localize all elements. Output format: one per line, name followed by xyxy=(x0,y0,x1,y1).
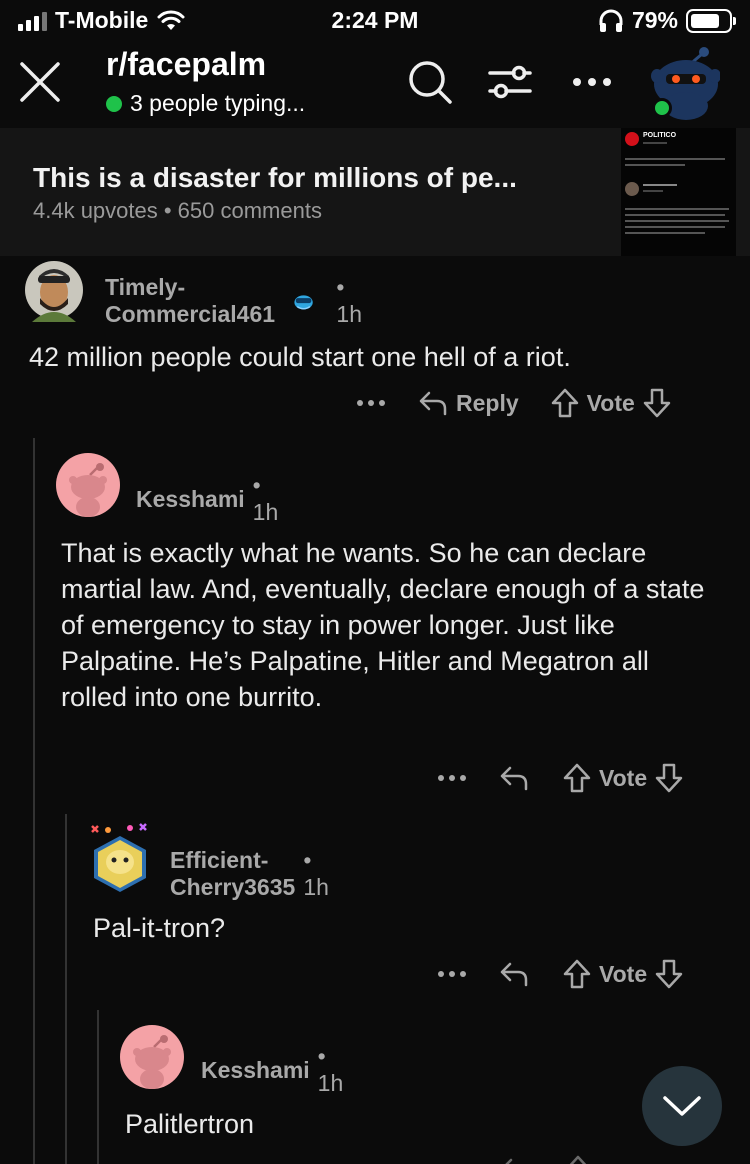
downvote-icon[interactable] xyxy=(643,388,671,418)
more-options-icon[interactable] xyxy=(568,58,616,106)
upvote-icon[interactable] xyxy=(563,959,591,989)
comment-time: • 1h xyxy=(252,472,279,525)
typing-indicator: 3 people typing... xyxy=(106,90,305,117)
post-title[interactable]: This is a disaster for millions of pe... xyxy=(33,162,593,194)
comment-time: • 1h xyxy=(303,847,329,900)
more-icon[interactable] xyxy=(437,969,467,979)
vote-label: Vote xyxy=(586,389,635,416)
reply-icon[interactable] xyxy=(499,765,529,791)
thread-line[interactable] xyxy=(33,438,35,1164)
comment-body: Palitlertron xyxy=(125,1109,255,1139)
comment-header: Kesshami • 1h xyxy=(136,472,278,526)
comment-actions: Vote xyxy=(437,954,683,994)
avatar[interactable] xyxy=(56,453,120,517)
comment-body: That is exactly what he wants. So he can… xyxy=(61,538,705,712)
chevron-down-icon xyxy=(663,1096,701,1116)
vote-control: Vote xyxy=(551,388,671,418)
avatar[interactable] xyxy=(120,1025,184,1089)
reply-icon[interactable] xyxy=(499,961,529,987)
upvote-icon[interactable] xyxy=(563,763,591,793)
post-thumbnail[interactable]: POLITICO xyxy=(621,128,736,256)
avatar[interactable] xyxy=(86,820,154,894)
comment-header: Timely-Commercial461 • 1h xyxy=(105,274,365,328)
comment-header: Efficient-Cherry3635 • 1h xyxy=(170,847,329,901)
close-icon[interactable] xyxy=(18,60,62,104)
online-dot xyxy=(106,95,122,112)
search-icon[interactable] xyxy=(406,58,454,106)
avatar[interactable] xyxy=(24,258,84,322)
status-bar: T-Mobile 2:24 PM 79% xyxy=(0,0,750,44)
reply-button[interactable]: Reply xyxy=(418,390,519,417)
headphones-icon xyxy=(599,9,623,32)
downvote-icon[interactable] xyxy=(655,959,683,989)
header: r/facepalm 3 people typing... xyxy=(0,44,750,128)
comment-actions: Reply Vote xyxy=(356,383,671,423)
comment-body: Pal-it-tron? xyxy=(93,913,226,943)
avatar-online-dot xyxy=(652,98,672,118)
comment-username[interactable]: Efficient-Cherry3635 xyxy=(170,847,295,901)
comment-username[interactable]: Kesshami xyxy=(136,486,245,513)
reply-label: Reply xyxy=(456,389,519,416)
comment-username[interactable]: Timely-Commercial461 xyxy=(105,274,281,328)
thumbnail-source: POLITICO xyxy=(643,132,677,139)
vote-control: Vote xyxy=(563,763,683,793)
comment-time: • 1h xyxy=(336,274,363,327)
thread-line[interactable] xyxy=(65,814,67,1164)
vote-control: Vote xyxy=(563,959,683,989)
vote-label: Vote xyxy=(599,764,648,791)
post-meta: 4.4k upvotes • 650 comments xyxy=(33,198,322,223)
user-flair-icon xyxy=(294,295,314,310)
thread-line[interactable] xyxy=(97,1010,99,1164)
reply-icon[interactable] xyxy=(500,1157,530,1164)
battery-percent: 79% xyxy=(631,7,678,33)
comment-actions xyxy=(500,1150,592,1164)
comment-username[interactable]: Kesshami xyxy=(201,1057,310,1084)
typing-text: 3 people typing... xyxy=(130,90,306,116)
comment-actions: Vote xyxy=(437,758,683,798)
upvote-icon[interactable] xyxy=(551,388,579,418)
battery-icon xyxy=(686,8,736,33)
comment-body: 42 million people could start one hell o… xyxy=(29,342,571,372)
post-banner[interactable]: This is a disaster for millions of pe...… xyxy=(0,128,750,256)
downvote-icon[interactable] xyxy=(655,763,683,793)
comment-header: Kesshami • 1h xyxy=(201,1043,343,1097)
more-icon[interactable] xyxy=(437,773,467,783)
comment-time: • 1h xyxy=(317,1043,344,1096)
next-comment-button[interactable] xyxy=(642,1066,722,1146)
sort-filter-icon[interactable] xyxy=(486,58,534,106)
upvote-icon[interactable] xyxy=(564,1155,592,1164)
status-right: 79% xyxy=(598,7,736,34)
more-icon[interactable] xyxy=(356,398,386,408)
subreddit-title[interactable]: r/facepalm xyxy=(106,46,266,83)
reply-icon xyxy=(419,391,447,416)
vote-label: Vote xyxy=(599,960,648,987)
